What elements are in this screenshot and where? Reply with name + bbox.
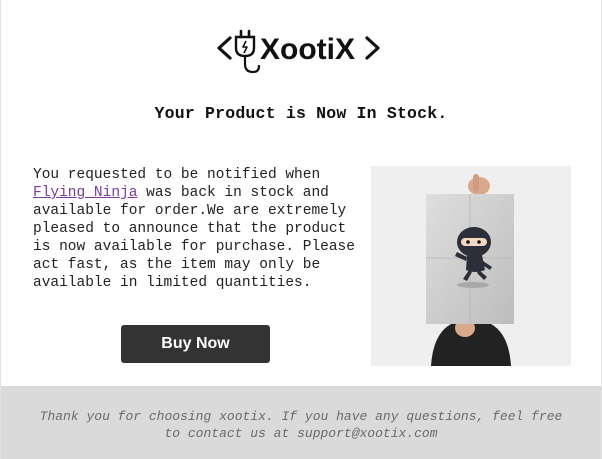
message-intro: You requested to be notified when [33, 167, 321, 183]
product-link[interactable]: Flying Ninja [33, 185, 137, 201]
product-image[interactable] [371, 166, 571, 366]
plug-logo-icon: XootiX [217, 29, 380, 74]
brand-logo[interactable]: XootiX [1, 26, 601, 78]
buy-now-button[interactable]: Buy Now [121, 325, 270, 363]
footer-text: Thank you for choosing xootix. If you ha… [39, 409, 563, 441]
ninja-poster-image [371, 166, 571, 366]
footer: Thank you for choosing xootix. If you ha… [1, 386, 601, 459]
brand-name: XootiX [260, 33, 355, 66]
headline: Your Product is Now In Stock. [154, 104, 448, 123]
notification-message: You requested to be notified when Flying… [33, 166, 363, 292]
email-container: XootiX Your Product is Now In Stock. You… [0, 0, 602, 459]
